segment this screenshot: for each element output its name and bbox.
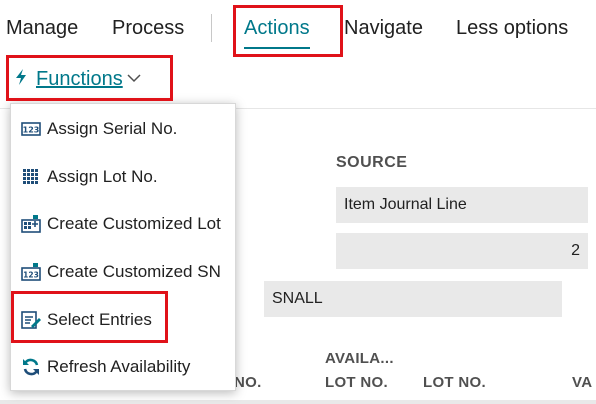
tab-actions-underline [244,47,310,49]
tab-process[interactable]: Process [112,16,184,40]
svg-text:123: 123 [23,271,39,280]
refresh-icon [23,358,39,376]
select-entries-icon [21,311,41,329]
menu-item-label: Assign Lot No. [47,167,158,186]
menu-item-label: Create Customized SN [47,262,221,281]
functions-label: Functions [36,68,123,90]
svg-text:123: 123 [23,126,40,135]
column-header-availability-line2: LOT NO. [325,374,388,391]
bottom-divider [0,400,596,404]
functions-menu: 123 Assign Serial No. Assign Lot No. Cre… [10,103,236,391]
menu-item-assign-lot-no[interactable]: Assign Lot No. [11,157,235,197]
menu-item-label: Refresh Availability [47,357,191,376]
menu-item-select-entries[interactable]: Select Entries [11,300,235,340]
source-section-label: SOURCE [336,154,408,171]
create-sn-icon: 123 [21,263,41,281]
serial-number-icon: 123 [21,122,41,136]
create-lot-icon [21,215,41,233]
functions-button[interactable]: Functions [10,58,170,98]
tab-less-options[interactable]: Less options [456,16,568,40]
column-header-partial[interactable]: VA [572,373,592,393]
action-bar: Manage Process Actions Navigate Less opt… [0,0,596,56]
menu-item-assign-serial-no[interactable]: 123 Assign Serial No. [11,109,235,149]
menu-item-refresh-availability[interactable]: Refresh Availability [11,347,235,387]
tab-manage[interactable]: Manage [6,16,78,40]
quantity-field: 2 [336,233,588,269]
menu-item-label: Create Customized Lot [47,214,221,233]
column-header-availability-line1: AVAILA... [325,350,394,367]
tab-actions[interactable]: Actions [244,16,310,40]
menu-item-create-customized-lot[interactable]: Create Customized Lot [11,204,235,244]
lot-number-icon [23,169,38,184]
code-field: SNALL [264,281,562,317]
source-field: Item Journal Line [336,187,588,223]
menu-item-create-customized-sn[interactable]: 123 Create Customized SN [11,252,235,292]
tab-divider [211,14,212,42]
column-header-availability[interactable]: AVAILA... LOT NO. [325,349,394,393]
chevron-down-icon [127,74,141,83]
column-header-serial-no[interactable]: NO. [234,373,262,393]
menu-item-label: Assign Serial No. [47,119,178,138]
column-header-lot-no[interactable]: LOT NO. [423,373,486,393]
menu-item-label: Select Entries [47,310,152,329]
tab-navigate[interactable]: Navigate [344,16,423,40]
lightning-icon [16,69,26,85]
